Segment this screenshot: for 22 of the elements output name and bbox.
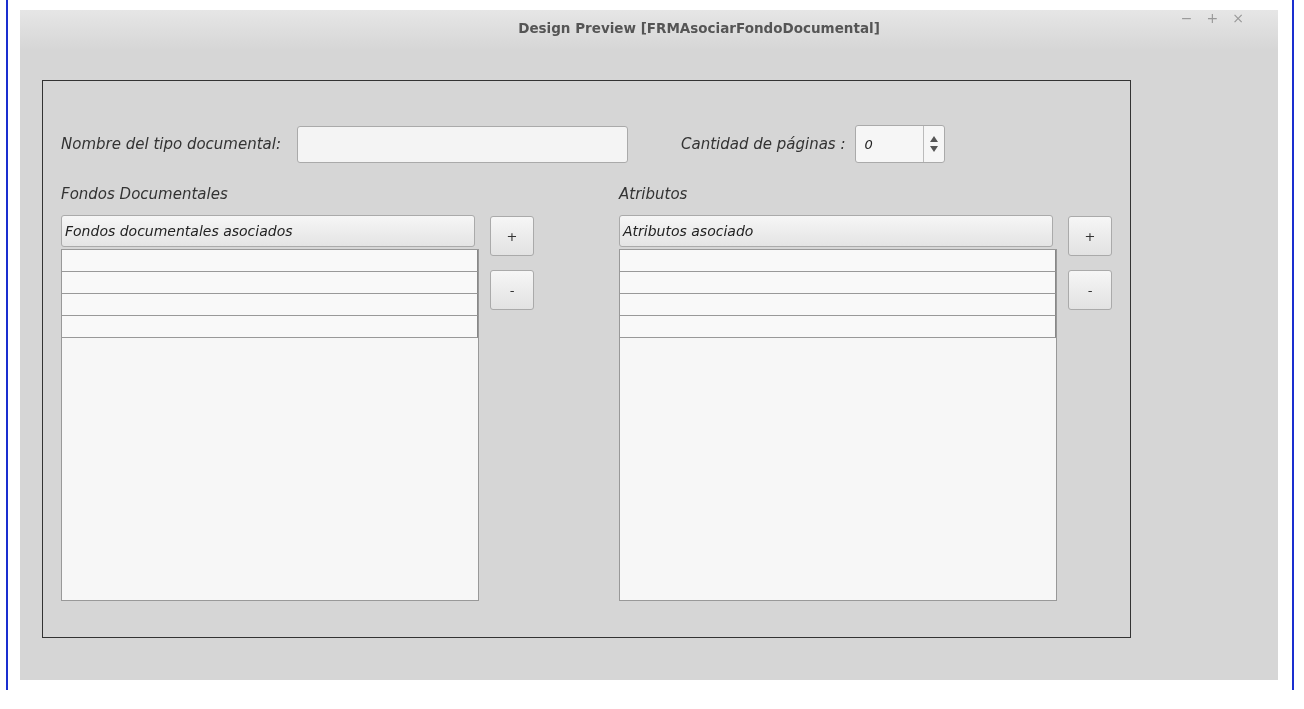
table-row[interactable]: [620, 316, 1056, 338]
spinner-arrows-icon[interactable]: [930, 134, 939, 154]
add-button[interactable]: +: [1068, 216, 1112, 256]
table-row[interactable]: [620, 250, 1056, 272]
table-row[interactable]: [620, 294, 1056, 316]
table-row[interactable]: [62, 294, 478, 316]
table-row[interactable]: [62, 250, 478, 272]
remove-button[interactable]: -: [1068, 270, 1112, 310]
field-label: Cantidad de páginas :: [681, 135, 846, 153]
table-row[interactable]: [62, 272, 478, 294]
add-button[interactable]: +: [490, 216, 534, 256]
text-field[interactable]: [297, 125, 628, 163]
window-title: Design Preview [FRMAsociarFondoDocumental]: [518, 20, 880, 36]
remove-button[interactable]: -: [490, 270, 534, 310]
number-spinner[interactable]: 0: [855, 125, 946, 163]
column-header[interactable]: Fondos documentales asociados: [61, 215, 475, 247]
field-label: Nombre del tipo documental:: [61, 135, 281, 153]
section-title: Fondos Documentales: [61, 185, 229, 205]
table-row[interactable]: [620, 272, 1056, 294]
table-row[interactable]: [62, 316, 478, 338]
column-header[interactable]: Atributos asociado: [619, 215, 1053, 247]
section-title: Atributos: [619, 185, 689, 205]
